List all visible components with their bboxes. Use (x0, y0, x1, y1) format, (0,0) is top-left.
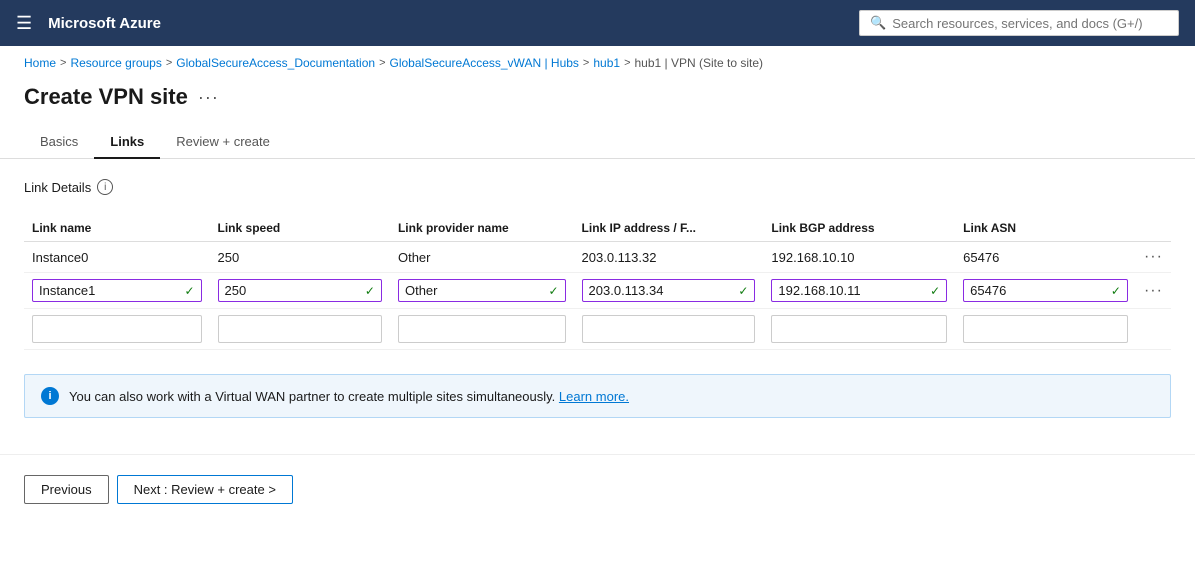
instance1-speed-input-wrapper: ✓ (218, 279, 382, 302)
instance1-provider-input-wrapper: ✓ (398, 279, 566, 302)
table-row-empty (24, 309, 1171, 350)
empty-speed-input[interactable] (218, 315, 382, 343)
instance1-provider-cell: ✓ (390, 273, 574, 309)
empty-provider-input[interactable] (398, 315, 566, 343)
instance1-bgp-cell: ✓ (763, 273, 955, 309)
instance1-ip-input-wrapper: ✓ (582, 279, 756, 302)
empty-name-input[interactable] (32, 315, 202, 343)
instance0-bgp: 192.168.10.10 (763, 242, 955, 273)
col-link-provider: Link provider name (390, 215, 574, 242)
breadcrumb-sep-4: > (624, 57, 630, 69)
info-banner-icon: i (41, 387, 59, 405)
breadcrumb-sep-0: > (60, 57, 66, 69)
instance1-speed-input[interactable] (225, 283, 361, 298)
table-row-instance0: Instance0 250 Other 203.0.113.32 192.168… (24, 242, 1171, 273)
instance1-asn-input[interactable] (970, 283, 1107, 298)
instance0-provider: Other (390, 242, 574, 273)
instance0-name: Instance0 (24, 242, 210, 273)
col-link-speed: Link speed (210, 215, 390, 242)
bottom-bar: Previous Next : Review + create > (0, 454, 1195, 524)
search-input[interactable] (892, 16, 1168, 31)
breadcrumb-sep-2: > (379, 57, 385, 69)
instance0-asn: 65476 (955, 242, 1136, 273)
instance1-asn-cell: ✓ (955, 273, 1136, 309)
table-header-row: Link name Link speed Link provider name … (24, 215, 1171, 242)
link-details-table: Link name Link speed Link provider name … (24, 215, 1171, 350)
instance1-options-button[interactable]: ··· (1144, 282, 1163, 299)
empty-name-cell (24, 309, 210, 350)
breadcrumb-globalsecureaccess-doc[interactable]: GlobalSecureAccess_Documentation (176, 56, 375, 70)
instance1-speed-check-icon: ✓ (365, 284, 375, 298)
azure-logo: Microsoft Azure (48, 15, 161, 32)
link-details-label: Link Details i (24, 179, 1171, 195)
page-options-button[interactable]: ··· (198, 87, 219, 108)
top-navigation: ☰ Microsoft Azure 🔍 (0, 0, 1195, 46)
empty-asn-cell (955, 309, 1136, 350)
previous-button[interactable]: Previous (24, 475, 109, 504)
col-actions (1136, 215, 1171, 242)
instance0-ip: 203.0.113.32 (574, 242, 764, 273)
empty-ip-cell (574, 309, 764, 350)
breadcrumb-vwan-hubs[interactable]: GlobalSecureAccess_vWAN | Hubs (390, 56, 579, 70)
page-header: Create VPN site ··· (0, 80, 1195, 126)
instance1-bgp-input[interactable] (778, 283, 926, 298)
breadcrumb-sep-3: > (583, 57, 589, 69)
instance1-provider-check-icon: ✓ (548, 284, 558, 298)
page-title: Create VPN site (24, 84, 188, 110)
instance1-name-check-icon: ✓ (184, 284, 194, 298)
tab-basics[interactable]: Basics (24, 126, 94, 159)
instance1-name-input-wrapper: ✓ (32, 279, 202, 302)
search-bar[interactable]: 🔍 (859, 10, 1179, 36)
col-link-ip: Link IP address / F... (574, 215, 764, 242)
col-link-name: Link name (24, 215, 210, 242)
instance1-ip-cell: ✓ (574, 273, 764, 309)
instance1-name-input[interactable] (39, 283, 180, 298)
table-row-instance1: ✓ ✓ ✓ (24, 273, 1171, 309)
instance1-asn-input-wrapper: ✓ (963, 279, 1128, 302)
instance0-options-button[interactable]: ··· (1144, 248, 1163, 265)
instance1-speed-cell: ✓ (210, 273, 390, 309)
breadcrumb-home[interactable]: Home (24, 56, 56, 70)
instance1-bgp-input-wrapper: ✓ (771, 279, 947, 302)
instance0-speed: 250 (210, 242, 390, 273)
tab-links[interactable]: Links (94, 126, 160, 159)
empty-bgp-cell (763, 309, 955, 350)
breadcrumb: Home > Resource groups > GlobalSecureAcc… (0, 46, 1195, 80)
next-button[interactable]: Next : Review + create > (117, 475, 293, 504)
tabs-container: Basics Links Review + create (0, 126, 1195, 159)
content-area: Link Details i Link name Link speed Link… (0, 159, 1195, 438)
breadcrumb-sep-1: > (166, 57, 172, 69)
empty-bgp-input[interactable] (771, 315, 947, 343)
empty-provider-cell (390, 309, 574, 350)
empty-action-cell (1136, 309, 1171, 350)
tab-review-create[interactable]: Review + create (160, 126, 286, 159)
empty-speed-cell (210, 309, 390, 350)
instance1-bgp-check-icon: ✓ (930, 284, 940, 298)
col-link-bgp: Link BGP address (763, 215, 955, 242)
breadcrumb-hub1[interactable]: hub1 (593, 56, 620, 70)
instance1-ip-input[interactable] (589, 283, 735, 298)
breadcrumb-resource-groups[interactable]: Resource groups (70, 56, 161, 70)
info-banner-text: You can also work with a Virtual WAN par… (69, 389, 629, 404)
instance1-provider-input[interactable] (405, 283, 545, 298)
empty-ip-input[interactable] (582, 315, 756, 343)
instance1-asn-check-icon: ✓ (1111, 284, 1121, 298)
hamburger-icon[interactable]: ☰ (16, 13, 32, 34)
instance1-ip-check-icon: ✓ (738, 284, 748, 298)
empty-asn-input[interactable] (963, 315, 1128, 343)
search-icon: 🔍 (870, 15, 886, 31)
col-link-asn: Link ASN (955, 215, 1136, 242)
instance1-name-cell: ✓ (24, 273, 210, 309)
info-banner-learn-more-link[interactable]: Learn more. (559, 389, 629, 404)
breadcrumb-current: hub1 | VPN (Site to site) (635, 56, 764, 70)
link-details-info-icon[interactable]: i (97, 179, 113, 195)
info-banner: i You can also work with a Virtual WAN p… (24, 374, 1171, 418)
